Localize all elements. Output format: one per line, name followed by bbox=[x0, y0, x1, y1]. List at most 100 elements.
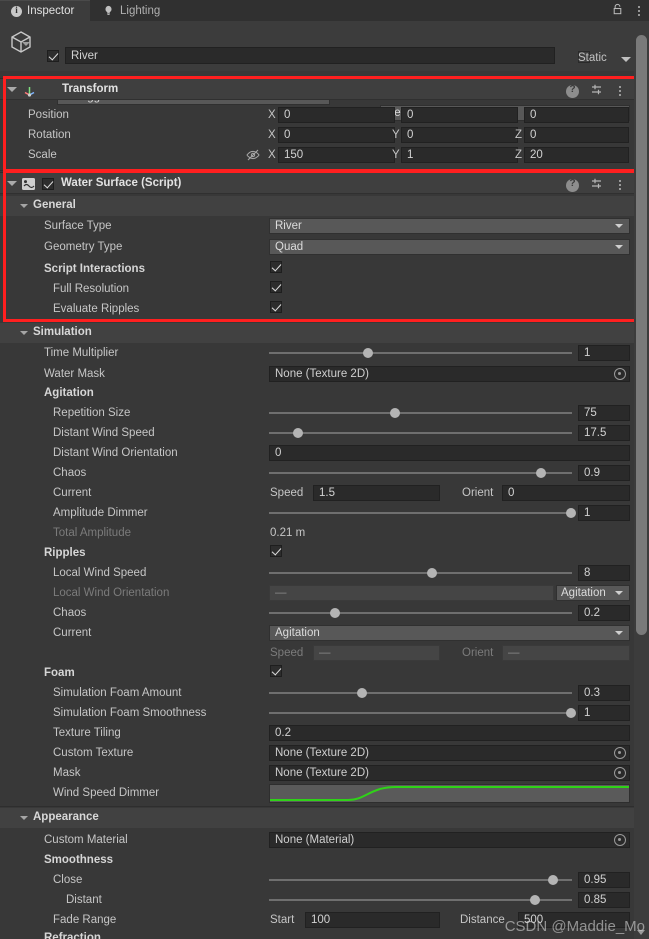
kebab-menu-icon[interactable] bbox=[614, 178, 626, 192]
local-wind-speed-slider[interactable] bbox=[269, 565, 572, 581]
scale-x-input[interactable]: 150 bbox=[278, 147, 395, 163]
slider-knob[interactable] bbox=[426, 568, 437, 578]
slider-knob[interactable] bbox=[529, 895, 540, 905]
foam-enabled-checkbox[interactable] bbox=[270, 665, 282, 677]
smoothness-label: Smoothness bbox=[44, 854, 114, 866]
position-y-input[interactable]: 0 bbox=[401, 107, 518, 123]
fade-start-input[interactable]: 100 bbox=[305, 912, 440, 928]
geometry-type-dropdown[interactable]: Quad bbox=[269, 239, 630, 255]
rotation-z-input[interactable]: 0 bbox=[524, 127, 629, 143]
help-icon[interactable] bbox=[566, 178, 579, 192]
appearance-title: Appearance bbox=[33, 811, 99, 823]
script-interactions-checkbox[interactable] bbox=[270, 261, 282, 273]
tab-lighting[interactable]: Lighting bbox=[92, 0, 180, 21]
smoothness-close-slider[interactable] bbox=[269, 872, 572, 888]
general-foldout-icon[interactable] bbox=[20, 204, 28, 208]
sim-foam-amount-slider[interactable] bbox=[269, 685, 572, 701]
section-general[interactable]: General bbox=[0, 196, 634, 216]
position-x-input[interactable]: 0 bbox=[278, 107, 395, 123]
water-surface-foldout-icon[interactable] bbox=[7, 181, 17, 186]
position-z-input[interactable]: 0 bbox=[524, 107, 629, 123]
scale-z-input[interactable]: 20 bbox=[524, 147, 629, 163]
texture-tiling-label: Texture Tiling bbox=[53, 727, 121, 739]
smoothness-distant-input[interactable]: 0.85 bbox=[578, 892, 630, 908]
lock-icon[interactable] bbox=[612, 3, 623, 18]
water-surface-enabled-checkbox[interactable] bbox=[42, 178, 54, 190]
section-simulation[interactable]: Simulation bbox=[0, 323, 634, 343]
water-surface-title: Water Surface (Script) bbox=[61, 177, 182, 189]
row-sim-foam-amount: Simulation Foam Amount 0.3 bbox=[0, 683, 634, 703]
rotation-y-input[interactable]: 0 bbox=[401, 127, 518, 143]
custom-texture-object-field[interactable]: None (Texture 2D) bbox=[269, 745, 630, 761]
rotation-x-input[interactable]: 0 bbox=[278, 127, 395, 143]
eye-off-icon[interactable] bbox=[246, 149, 260, 161]
distant-wind-speed-input[interactable]: 17.5 bbox=[578, 425, 630, 441]
evaluate-ripples-label: Evaluate Ripples bbox=[53, 303, 140, 315]
custom-material-object-field[interactable]: None (Material) bbox=[269, 832, 630, 848]
object-picker-icon[interactable] bbox=[614, 747, 626, 759]
object-picker-icon[interactable] bbox=[614, 834, 626, 846]
gameobject-enabled-checkbox[interactable] bbox=[47, 50, 59, 62]
kebab-menu-icon[interactable] bbox=[633, 4, 645, 18]
local-wind-orientation-mode-dropdown[interactable]: Agitation bbox=[556, 585, 630, 601]
distant-wind-speed-slider[interactable] bbox=[269, 425, 572, 441]
kebab-menu-icon[interactable] bbox=[614, 84, 626, 98]
sim-foam-smoothness-input[interactable]: 1 bbox=[578, 705, 630, 721]
chevron-down-icon bbox=[615, 224, 623, 228]
sim-foam-amount-input[interactable]: 0.3 bbox=[578, 685, 630, 701]
ripples-enabled-checkbox[interactable] bbox=[270, 545, 282, 557]
wind-speed-dimmer-curve[interactable] bbox=[269, 784, 630, 803]
foam-mask-object-field[interactable]: None (Texture 2D) bbox=[269, 765, 630, 781]
slider-knob[interactable] bbox=[293, 428, 304, 438]
ripples-chaos-slider[interactable] bbox=[269, 605, 572, 621]
static-dropdown-arrow[interactable] bbox=[621, 57, 631, 62]
transform-foldout-icon[interactable] bbox=[7, 87, 17, 92]
preset-icon[interactable] bbox=[590, 83, 603, 99]
slider-knob[interactable] bbox=[565, 508, 576, 518]
ripples-current-dropdown[interactable]: Agitation bbox=[269, 625, 630, 641]
slider-knob[interactable] bbox=[362, 348, 373, 358]
agitation-chaos-input[interactable]: 0.9 bbox=[578, 465, 630, 481]
amplitude-dimmer-input[interactable]: 1 bbox=[578, 505, 630, 521]
smoothness-close-input[interactable]: 0.95 bbox=[578, 872, 630, 888]
sim-foam-smoothness-slider[interactable] bbox=[269, 705, 576, 721]
help-icon[interactable] bbox=[566, 84, 579, 98]
transform-component-header[interactable]: Transform bbox=[0, 78, 634, 100]
section-appearance[interactable]: Appearance bbox=[0, 808, 634, 828]
slider-knob[interactable] bbox=[356, 688, 367, 698]
distant-wind-orientation-input[interactable]: 0 bbox=[269, 445, 630, 461]
agitation-chaos-slider[interactable] bbox=[269, 465, 572, 481]
texture-tiling-input[interactable]: 0.2 bbox=[269, 725, 630, 741]
gameobject-name-input[interactable]: River bbox=[65, 47, 555, 64]
smoothness-close-label: Close bbox=[53, 874, 83, 886]
appearance-foldout-icon[interactable] bbox=[20, 816, 28, 820]
scale-y-input[interactable]: 1 bbox=[401, 147, 518, 163]
scrollbar-track[interactable] bbox=[634, 21, 649, 939]
water-mask-object-field[interactable]: None (Texture 2D) bbox=[269, 366, 630, 382]
slider-knob[interactable] bbox=[565, 708, 576, 718]
simulation-foldout-icon[interactable] bbox=[20, 331, 28, 335]
full-resolution-checkbox[interactable] bbox=[270, 281, 282, 293]
ripples-chaos-input[interactable]: 0.2 bbox=[578, 605, 630, 621]
agitation-current-speed-input[interactable]: 1.5 bbox=[313, 485, 440, 501]
slider-knob[interactable] bbox=[390, 408, 401, 418]
object-picker-icon[interactable] bbox=[614, 368, 626, 380]
time-multiplier-slider[interactable] bbox=[269, 345, 572, 361]
repetition-size-slider[interactable] bbox=[269, 405, 572, 421]
repetition-size-input[interactable]: 75 bbox=[578, 405, 630, 421]
object-picker-icon[interactable] bbox=[614, 767, 626, 779]
water-surface-component-header[interactable]: Water Surface (Script) bbox=[0, 172, 634, 194]
preset-icon[interactable] bbox=[590, 177, 603, 193]
slider-knob[interactable] bbox=[329, 608, 340, 618]
surface-type-dropdown[interactable]: River bbox=[269, 218, 630, 234]
amplitude-dimmer-slider[interactable] bbox=[269, 505, 576, 521]
local-wind-speed-input[interactable]: 8 bbox=[578, 565, 630, 581]
tab-inspector[interactable]: Inspector bbox=[0, 0, 90, 21]
slider-knob[interactable] bbox=[535, 468, 546, 478]
evaluate-ripples-checkbox[interactable] bbox=[270, 301, 282, 313]
scrollbar-thumb[interactable] bbox=[636, 35, 647, 635]
smoothness-distant-slider[interactable] bbox=[269, 892, 572, 908]
slider-knob[interactable] bbox=[547, 875, 558, 885]
agitation-current-orient-input[interactable]: 0 bbox=[502, 485, 630, 501]
time-multiplier-input[interactable]: 1 bbox=[578, 345, 630, 361]
